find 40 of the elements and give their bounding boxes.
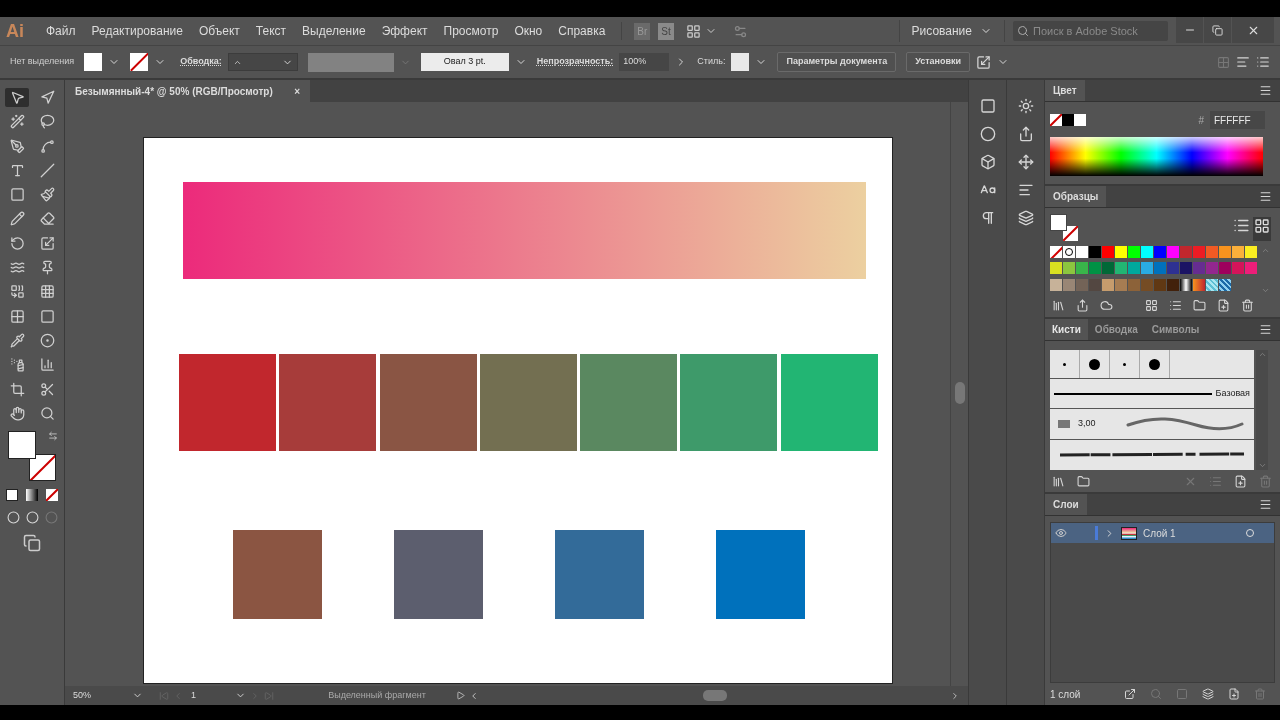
menu-item[interactable]: Файл [38,22,84,40]
document-title: Безымянный-4* @ 50% (RGB/Просмотр) [75,84,273,99]
toolbar-button[interactable]: Установки [906,52,971,72]
hex-label: # [1198,113,1204,128]
panel-tab[interactable]: Обводка [1087,319,1145,340]
menu-item[interactable]: Объект [190,22,248,40]
selection-status: Нет выделения [10,55,75,69]
status-info: Выделенный фрагмент [327,688,427,702]
artboard-field[interactable]: 1 [191,688,231,703]
menu-item[interactable]: Редактирование [83,22,191,40]
menu-item[interactable]: Окно [506,22,551,40]
layer-name: Слой 1 [1143,526,1176,541]
brush-name: Базовая [1215,386,1250,400]
hex-field[interactable]: FFFFFF [1210,111,1265,129]
panel-tab[interactable]: Кисти [1045,319,1088,340]
stock-button[interactable]: St [658,22,674,40]
panel-tab[interactable]: Образцы [1045,186,1107,207]
opacity-label: Непрозрачность: [536,55,614,69]
layer-row[interactable]: Слой 1 [1051,523,1274,543]
stock-search-field[interactable]: Поиск в Adobe Stock [1013,21,1168,41]
workspace-switcher[interactable]: Рисование [911,22,992,40]
menu-item[interactable]: Эффект [373,22,436,40]
opacity-field[interactable]: 100% [619,53,670,71]
panel-tab[interactable]: Цвет [1045,80,1085,101]
zoom-field[interactable]: 50% [73,688,128,703]
style-label: Стиль: [697,55,726,69]
layer-count: 1 слой [1050,687,1082,702]
panel-tab[interactable]: Слои [1045,494,1087,515]
brush-size: 3,00 [1078,417,1097,431]
app-logo: Ai [6,19,24,43]
brush-definition-field[interactable]: Овал 3 pt. [420,53,509,71]
close-tab-button[interactable]: × [294,83,300,99]
menu-item[interactable]: Текст [247,22,295,40]
menu-item[interactable]: Просмотр [435,22,507,40]
document-tab[interactable]: Безымянный-4* @ 50% (RGB/Просмотр) × [65,80,310,102]
toolbar-button[interactable]: Параметры документа [777,52,897,72]
menu-item[interactable]: Справка [550,22,614,40]
stroke-label: Обводка: [180,55,222,69]
menu-item[interactable]: Выделение [294,22,374,40]
panel-tab[interactable]: Символы [1144,319,1207,340]
